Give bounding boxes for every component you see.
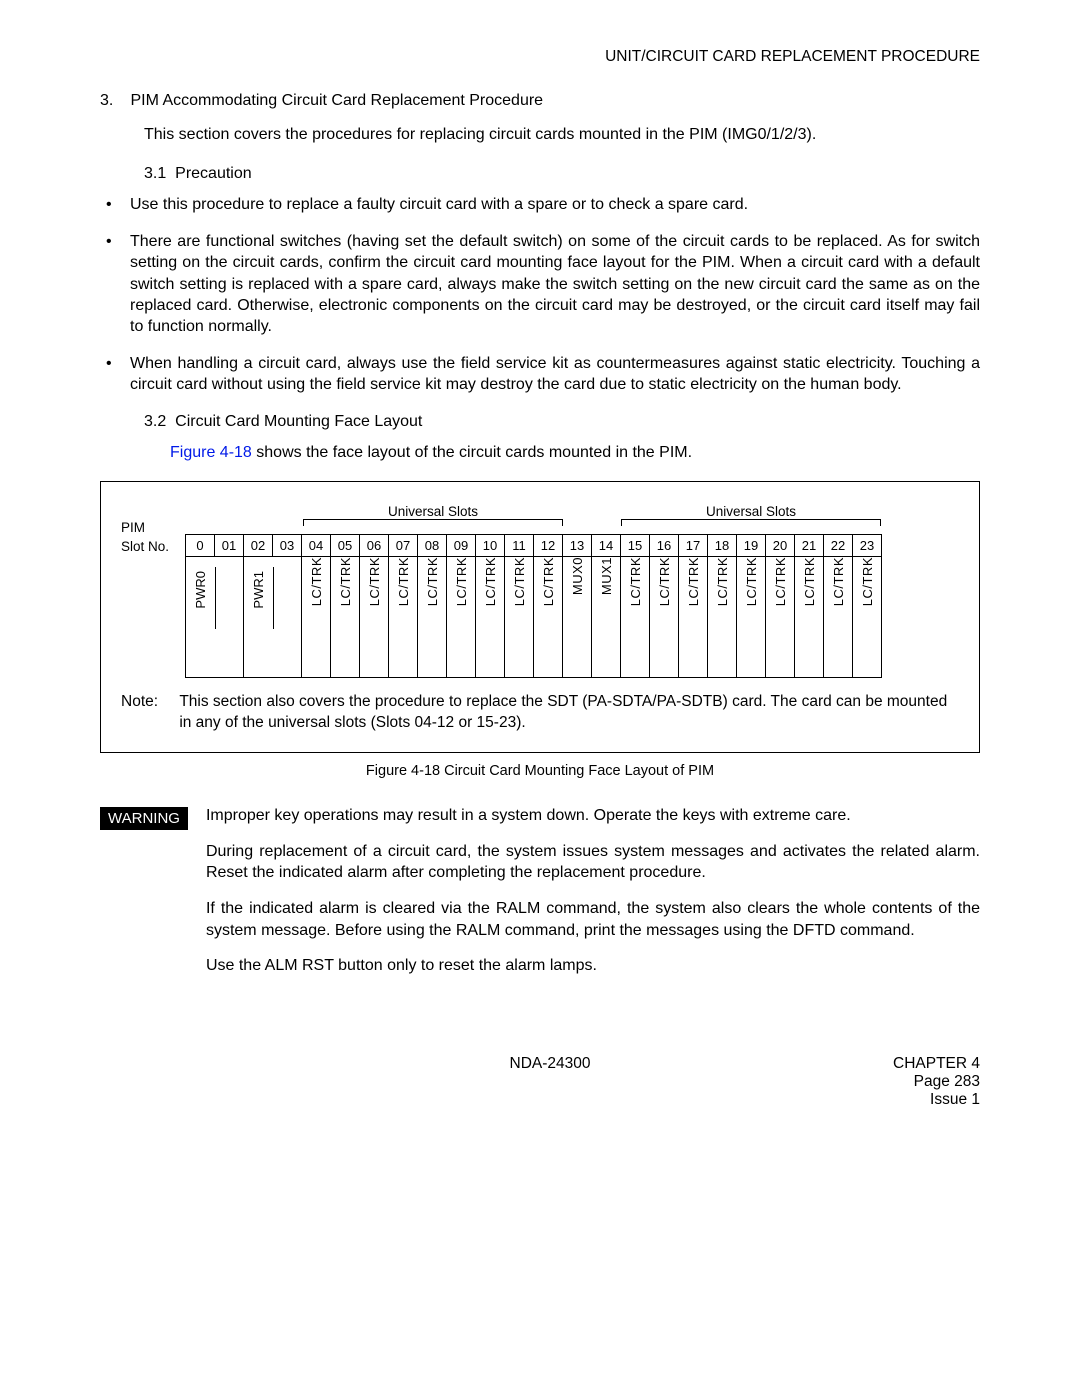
slot-num: 17 [679, 535, 708, 557]
warning-p3: If the indicated alarm is cleared via th… [206, 898, 980, 941]
card-lctrk: LC/TRK [715, 557, 730, 614]
card-lctrk: LC/TRK [425, 557, 440, 614]
warning-p4: Use the ALM RST button only to reset the… [206, 955, 980, 977]
slot-num: 22 [824, 535, 853, 557]
section-number-3-1: 3.1 [144, 165, 166, 182]
card-lctrk: LC/TRK [309, 557, 324, 614]
card-lctrk: LC/TRK [657, 557, 672, 614]
figure-caption: Figure 4-18 Circuit Card Mounting Face L… [100, 763, 980, 779]
section-number-3: 3. [100, 92, 126, 110]
card-lctrk: LC/TRK [454, 557, 469, 614]
slot-num: 02 [244, 535, 273, 557]
card-lctrk: LC/TRK [396, 557, 411, 614]
card-lctrk: LC/TRK [686, 557, 701, 614]
figure-reference-link[interactable]: Figure 4-18 [170, 444, 256, 461]
bullet-item: When handling a circuit card, always use… [100, 353, 980, 395]
card-lctrk: LC/TRK [483, 557, 498, 614]
slot-num: 07 [389, 535, 418, 557]
section3-intro: This section covers the procedures for r… [144, 124, 980, 145]
warning-badge: WARNING [100, 807, 188, 830]
card-lctrk: LC/TRK [802, 557, 817, 614]
card-pwr0: PWR0 [193, 571, 208, 609]
universal-slots-label-left: Universal Slots [303, 504, 563, 519]
card-lctrk: LC/TRK [367, 557, 382, 614]
figure-4-18-diagram: PIM Slot No. Universal Slots Universal S… [100, 481, 980, 753]
slot-num: 21 [795, 535, 824, 557]
card-lctrk: LC/TRK [338, 557, 353, 614]
slot-num: 08 [418, 535, 447, 557]
precaution-bullet-list: Use this procedure to replace a faulty c… [100, 194, 980, 395]
card-lctrk: LC/TRK [744, 557, 759, 614]
section-number-3-2: 3.2 [144, 413, 166, 430]
section-title-3-2: Circuit Card Mounting Face Layout [175, 413, 422, 430]
slot-num: 14 [592, 535, 621, 557]
pim-label: PIM [121, 520, 185, 535]
footer-page: Page 283 [820, 1073, 980, 1091]
section-title-3-1: Precaution [175, 165, 252, 182]
footer-issue: Issue 1 [820, 1091, 980, 1109]
card-lctrk: LC/TRK [831, 557, 846, 614]
footer-chapter: CHAPTER 4 [820, 1055, 980, 1073]
footer-doc-number: NDA-24300 [100, 1055, 820, 1109]
warning-text-block: Improper key operations may result in a … [206, 805, 980, 991]
card-lctrk: LC/TRK [541, 557, 556, 614]
slot-num: 20 [766, 535, 795, 557]
note-label: Note: [121, 692, 175, 713]
slot-num: 19 [737, 535, 766, 557]
card-lctrk: LC/TRK [628, 557, 643, 614]
figref-tail-text: shows the face layout of the circuit car… [256, 444, 692, 461]
slot-num: 06 [360, 535, 389, 557]
card-pwr1: PWR1 [251, 571, 266, 609]
slot-num: 13 [563, 535, 592, 557]
page-header: UNIT/CIRCUIT CARD REPLACEMENT PROCEDURE [100, 48, 980, 66]
warning-p1: Improper key operations may result in a … [206, 805, 980, 827]
slot-table: 0 01 02 03 04 05 06 07 08 09 10 11 12 13 [185, 534, 882, 678]
warning-p2: During replacement of a circuit card, th… [206, 841, 980, 884]
card-lctrk: LC/TRK [512, 557, 527, 614]
slot-num: 23 [853, 535, 882, 557]
bullet-item: Use this procedure to replace a faulty c… [100, 194, 980, 215]
slot-num: 16 [650, 535, 679, 557]
slot-num: 12 [534, 535, 563, 557]
slot-num: 10 [476, 535, 505, 557]
card-lctrk: LC/TRK [773, 557, 788, 614]
slot-num: 05 [331, 535, 360, 557]
slot-num: 11 [505, 535, 534, 557]
slot-num: 01 [215, 535, 244, 557]
universal-slots-label-right: Universal Slots [621, 504, 881, 519]
slot-num: 18 [708, 535, 737, 557]
card-mux0: MUX0 [570, 557, 585, 603]
bullet-item: There are functional switches (having se… [100, 231, 980, 337]
card-mux1: MUX1 [599, 557, 614, 603]
slot-num: 15 [621, 535, 650, 557]
note-text: This section also covers the procedure t… [179, 692, 951, 734]
slot-num: 0 [186, 535, 215, 557]
slot-num: 09 [447, 535, 476, 557]
section-title-3: PIM Accommodating Circuit Card Replaceme… [130, 92, 543, 109]
slot-num: 04 [302, 535, 331, 557]
slot-no-label: Slot No. [121, 539, 185, 554]
slot-num: 03 [273, 535, 302, 557]
card-lctrk: LC/TRK [860, 557, 875, 614]
